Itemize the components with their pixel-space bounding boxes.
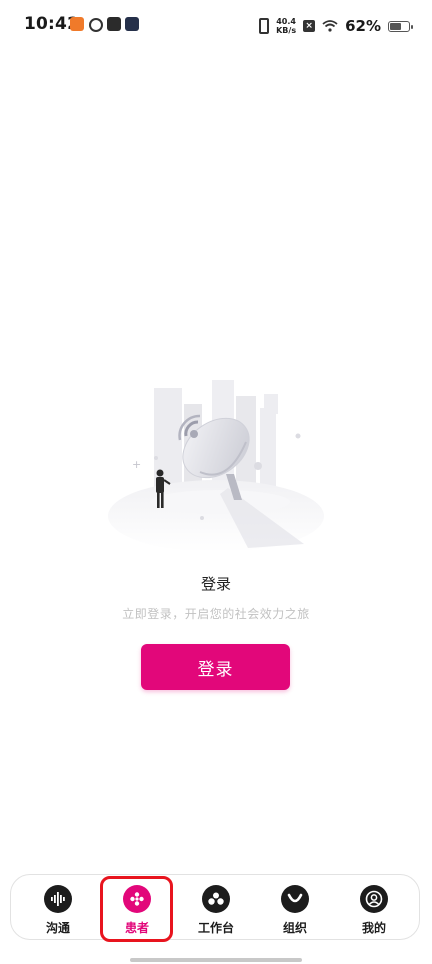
nav-label-organization: 组织 <box>282 921 307 935</box>
bottom-nav: 沟通 患者 工作台 组织 我的 <box>10 874 420 940</box>
no-sim-icon: × <box>303 20 316 32</box>
app-notification-icon <box>70 17 84 31</box>
message-notification-icon <box>107 17 121 31</box>
nav-item-mine[interactable]: 我的 <box>339 875 409 939</box>
network-speed-unit: KB/s <box>276 26 297 35</box>
sync-notification-icon <box>89 18 103 32</box>
battery-percent: 62% <box>345 17 381 35</box>
login-subtitle: 立即登录，开启您的社会效力之旅 <box>122 607 310 621</box>
nav-label-communication: 沟通 <box>45 921 70 935</box>
satellite-dish-illustration: + <box>108 380 324 552</box>
active-tab-highlight <box>100 876 173 942</box>
play-notification-icon <box>125 17 139 31</box>
nav-label-mine: 我的 <box>361 921 386 935</box>
user-profile-icon <box>360 885 388 913</box>
home-indicator[interactable] <box>130 958 302 962</box>
nav-label-workbench: 工作台 <box>197 921 234 935</box>
network-speed-value: 40.4 <box>276 17 296 26</box>
login-title: 登录 <box>200 575 231 593</box>
battery-icon <box>388 20 413 32</box>
smile-icon <box>281 885 309 913</box>
battery-fill <box>390 22 401 30</box>
nav-item-workbench[interactable]: 工作台 <box>181 875 251 939</box>
status-bar: 10:42 40.4 KB/s × 62% <box>0 0 432 52</box>
svg-text:+: + <box>132 458 141 471</box>
nav-item-organization[interactable]: 组织 <box>260 875 330 939</box>
login-button[interactable]: 登录 <box>141 644 290 690</box>
nav-item-communication[interactable]: 沟通 <box>23 875 93 939</box>
network-speed: 40.4 KB/s <box>276 17 296 35</box>
people-icon <box>202 885 230 913</box>
vibrate-icon <box>259 18 270 34</box>
wifi-icon <box>322 20 338 32</box>
waveform-icon <box>44 885 72 913</box>
